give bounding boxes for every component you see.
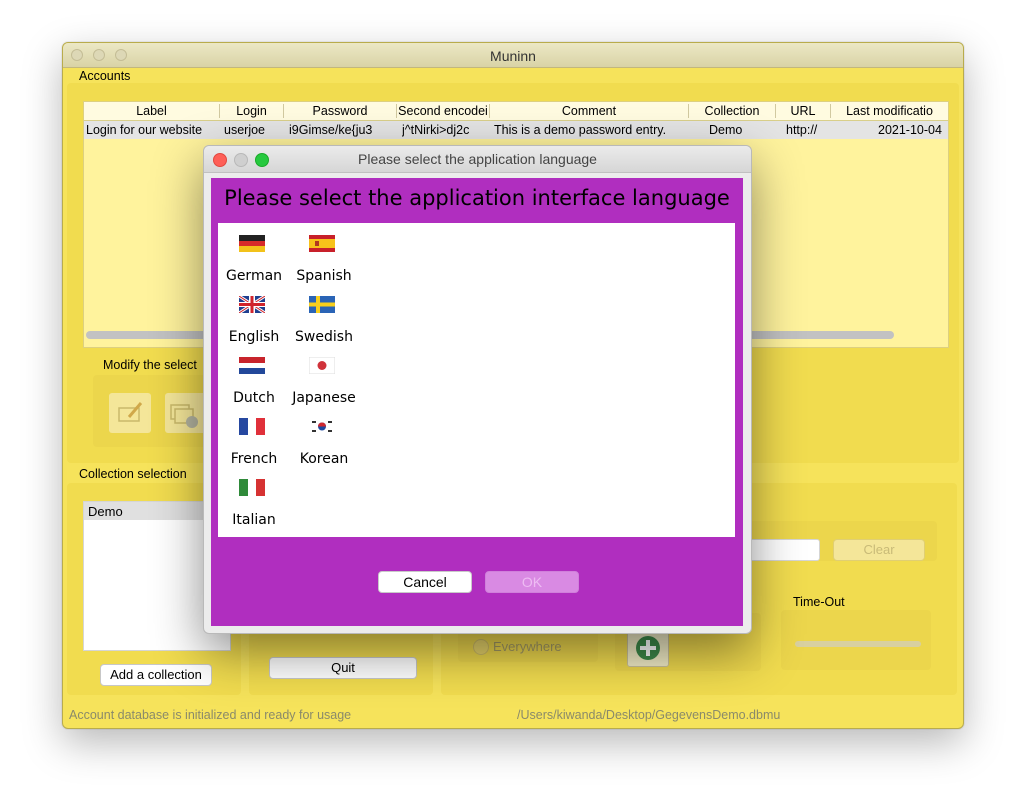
language-item-dutch[interactable]: Dutch	[219, 345, 289, 406]
language-item-spanish[interactable]: Spanish	[289, 223, 359, 284]
flag-fr-icon	[239, 418, 265, 435]
add-collection-button[interactable]: Add a collection	[100, 664, 212, 686]
window-title: Muninn	[490, 48, 536, 64]
duplicate-entry-button[interactable]	[165, 393, 207, 433]
language-item-german[interactable]: German	[219, 223, 289, 284]
flag-se-icon	[309, 296, 335, 313]
cell-url: http://	[786, 123, 818, 137]
table-header: Label Login Password Second encodei Comm…	[84, 102, 948, 121]
language-label: Japanese	[292, 390, 356, 406]
cell-password: i9Gimse/ke{ju3	[289, 123, 373, 137]
ok-button[interactable]: OK	[485, 571, 579, 593]
flag-it-icon	[239, 479, 265, 496]
language-label: German	[225, 268, 283, 284]
language-item-korean[interactable]: Korean	[289, 406, 359, 467]
accounts-section-label: Accounts	[79, 69, 131, 83]
table-row[interactable]: Login for our website userjoe i9Gimse/ke…	[84, 121, 948, 139]
timeout-slider[interactable]	[795, 641, 921, 647]
edit-entry-button[interactable]	[109, 393, 151, 433]
language-item-japanese[interactable]: Japanese	[289, 345, 359, 406]
modify-section-label: Modify the select	[103, 358, 197, 372]
flag-de-icon	[239, 235, 265, 252]
dialog-heading: Please select the application interface …	[224, 186, 730, 210]
language-dialog: Please select the application language P…	[203, 145, 752, 634]
language-label: Italian	[232, 512, 276, 528]
duplicate-icon	[170, 404, 198, 428]
database-path: /Users/kiwanda/Desktop/GegevensDemo.dbmu	[517, 708, 781, 722]
cell-comment: This is a demo password entry.	[494, 123, 667, 137]
status-message: Account database is initialized and read…	[69, 708, 352, 722]
column-header-label[interactable]: Label	[84, 104, 220, 118]
timeout-panel	[781, 610, 931, 670]
language-label: Korean	[299, 451, 349, 467]
flag-nl-icon	[239, 357, 265, 374]
add-entry-button[interactable]	[627, 629, 669, 667]
cancel-button[interactable]: Cancel	[378, 571, 472, 593]
dialog-title: Please select the application language	[358, 151, 597, 167]
language-item-italian[interactable]: Italian	[219, 467, 289, 528]
flag-gb-icon	[239, 296, 265, 313]
language-list[interactable]: German Spanish English Swedish Dutch Jap…	[218, 223, 735, 537]
search-input[interactable]	[746, 539, 820, 561]
language-label: Dutch	[233, 390, 275, 406]
language-label: Swedish	[295, 329, 353, 345]
cell-last-modification: 2021-10-04	[878, 123, 942, 137]
language-item-english[interactable]: English	[219, 284, 289, 345]
cell-collection: Demo	[709, 123, 743, 137]
column-header-password[interactable]: Password	[284, 104, 397, 118]
cell-login: userjoe	[224, 123, 265, 137]
column-header-login[interactable]: Login	[220, 104, 284, 118]
clear-button[interactable]: Clear	[833, 539, 925, 561]
cell-second-encoding: j^tNirki>dj2c	[402, 123, 470, 137]
collection-section-label: Collection selection	[79, 467, 187, 481]
column-header-last-modification[interactable]: Last modificatio	[831, 104, 948, 118]
column-header-collection[interactable]: Collection	[689, 104, 776, 118]
plus-icon	[636, 636, 660, 660]
timeout-label: Time-Out	[793, 595, 845, 609]
language-item-french[interactable]: French	[219, 406, 289, 467]
flag-es-icon	[309, 235, 335, 252]
everywhere-label: Everywhere	[493, 639, 562, 654]
language-label: Spanish	[296, 268, 352, 284]
collection-item-demo: Demo	[88, 504, 123, 519]
column-header-comment[interactable]: Comment	[490, 104, 689, 118]
column-header-url[interactable]: URL	[776, 104, 831, 118]
language-item-swedish[interactable]: Swedish	[289, 284, 359, 345]
title-bar: Muninn	[63, 43, 963, 68]
dialog-title-bar: Please select the application language	[204, 146, 751, 173]
everywhere-radio[interactable]	[473, 639, 489, 655]
dialog-body: Please select the application interface …	[211, 178, 743, 626]
quit-button[interactable]: Quit	[269, 657, 417, 679]
column-header-second-encoding[interactable]: Second encodei	[397, 104, 490, 118]
language-label: French	[230, 451, 278, 467]
flag-jp-icon	[309, 357, 335, 374]
cell-label: Login for our website	[86, 123, 203, 137]
language-label: English	[228, 329, 280, 345]
flag-kr-icon	[309, 418, 335, 435]
edit-icon	[118, 402, 143, 422]
